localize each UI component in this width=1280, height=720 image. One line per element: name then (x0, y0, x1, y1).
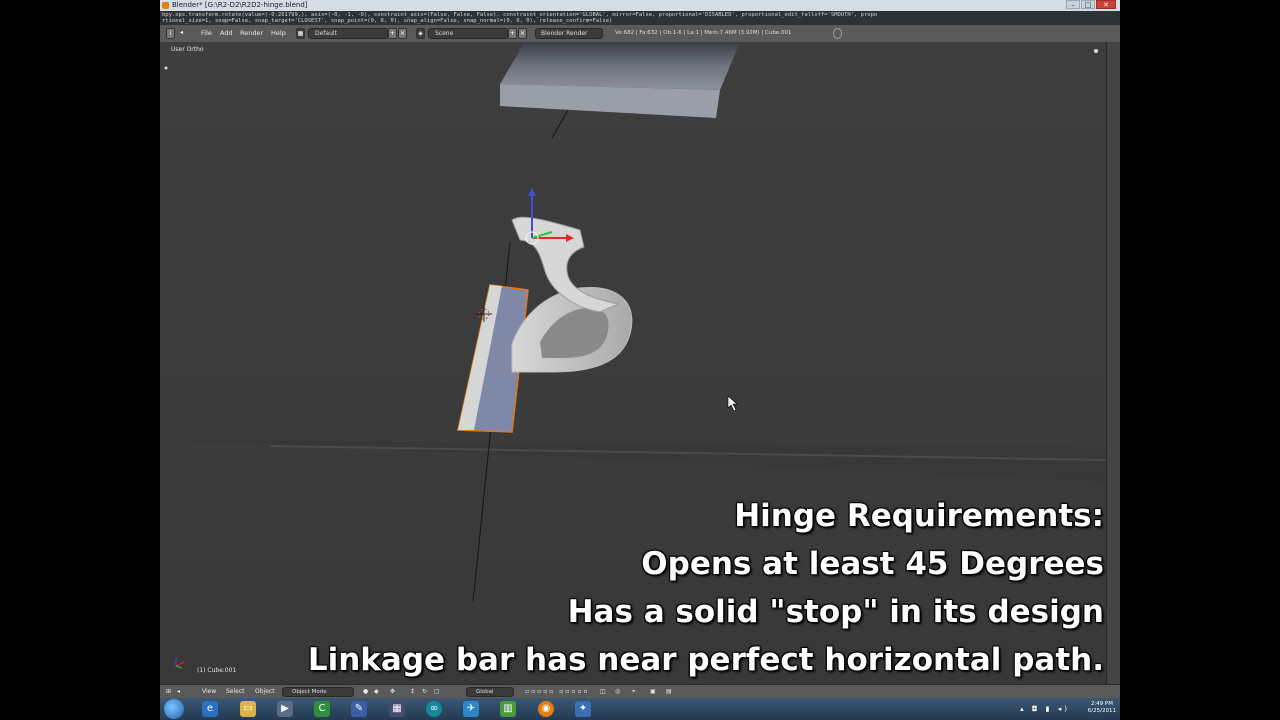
screen-layout-icon[interactable]: ▦ (296, 28, 305, 39)
window-title: Blender* [G:\R2-D2\R2D2-hinge.blend] (172, 1, 308, 9)
menu-select[interactable]: Select (226, 685, 245, 699)
mouse-pointer (727, 395, 738, 412)
mini-axis-y (175, 665, 183, 669)
top-panel-mesh (500, 42, 740, 90)
info-line: rtional_size=1, snap=False, snap_target=… (162, 18, 613, 24)
window-controls: – □ ✕ (1066, 0, 1116, 10)
translate-icon[interactable]: ↕ (410, 685, 415, 699)
info-report-strip: bpy.ops.transform.rotate(value=(-0.26179… (160, 11, 1120, 25)
window-titlebar[interactable]: Blender* [G:\R2-D2\R2D2-hinge.blend] – □… (160, 0, 1120, 11)
minimize-button[interactable]: – (1066, 0, 1080, 9)
properties-panel-edge[interactable] (1106, 42, 1120, 684)
arduino-icon[interactable]: ∞ (426, 701, 442, 717)
windows-taskbar: e ▭ ▶ C ✎ ▦ ∞ ✈ ▥ ◉ ✦ ▴ ◘ ▮ ◂) 2:49 PM 6… (160, 698, 1120, 720)
network-app-icon[interactable]: ▥ (500, 701, 516, 717)
blender-icon (162, 2, 169, 9)
maximize-button[interactable]: □ (1081, 0, 1095, 9)
menu-help[interactable]: Help (271, 25, 286, 42)
caption-line: Linkage bar has near perfect horizontal … (307, 642, 1104, 678)
menu-file[interactable]: File (201, 25, 212, 42)
menu-object[interactable]: Object (255, 685, 275, 699)
editor-icon[interactable]: ✎ (351, 701, 367, 717)
scene-field[interactable]: Scene (428, 28, 508, 39)
3d-viewport[interactable]: User Ortho (1) Cube.001 (160, 42, 1106, 684)
active-object-label: (1) Cube.001 (197, 667, 237, 674)
pivot-line (551, 109, 569, 139)
menu-add[interactable]: Add (220, 25, 233, 42)
add-scene-button[interactable]: + (508, 28, 517, 39)
info-header: i ◂ File Add Render Help ▦ Default + × ◈… (160, 25, 1120, 43)
tool-icon[interactable]: ✦ (575, 701, 591, 717)
shading-icon[interactable]: ● (363, 685, 368, 699)
orientation-select[interactable]: Global (466, 687, 514, 697)
render-anim-icon[interactable]: ▤ (666, 685, 672, 699)
caption-line: Opens at least 45 Degrees (641, 546, 1104, 582)
caption-title: Hinge Requirements: (734, 498, 1104, 534)
clock-time: 2:49 PM (1090, 701, 1113, 707)
delete-screen-button[interactable]: × (398, 28, 407, 39)
scene-icon[interactable]: ◈ (416, 28, 425, 39)
layer-buttons[interactable]: ▫▫▫▫▫ ▫▫▫▫▫ (525, 685, 590, 699)
view-editor-icon[interactable]: ⊞ (166, 685, 171, 699)
manipulator-icon[interactable]: ✥ (390, 685, 395, 699)
mode-select[interactable]: Object Mode (282, 687, 354, 697)
render-preview-icon[interactable]: ▣ (650, 685, 656, 699)
scale-icon[interactable]: ▢ (434, 685, 440, 699)
corner-widget-icon[interactable] (164, 66, 168, 70)
caption-line: Has a solid "stop" in its design (567, 594, 1104, 630)
lock-icon[interactable]: ◫ (600, 685, 606, 699)
add-screen-button[interactable]: + (388, 28, 397, 39)
menu-view[interactable]: View (202, 685, 216, 699)
rotate-icon[interactable]: ↻ (422, 685, 427, 699)
delete-scene-button[interactable]: × (518, 28, 527, 39)
pivot-icon[interactable]: ◆ (374, 685, 379, 699)
collapse-menus-icon[interactable]: ◂ (177, 28, 186, 39)
start-button[interactable] (164, 699, 184, 719)
video-icon[interactable]: ▦ (389, 701, 405, 717)
scene-geometry (160, 42, 1106, 669)
render-engine-select[interactable]: Blender Render (535, 28, 603, 39)
taskbar-clock[interactable]: 2:49 PM 6/25/2011 (1088, 701, 1116, 715)
mini-axis-x (175, 661, 185, 667)
hide-icon[interactable] (833, 28, 842, 39)
messenger-icon[interactable]: ✈ (463, 701, 479, 717)
z-axis-head (528, 188, 536, 196)
ie-icon[interactable]: e (202, 701, 218, 717)
scene-stats: Ve:682 | Fa:632 | Ob:1-6 | La:1 | Mem:7.… (615, 30, 792, 36)
screen-layout-field[interactable]: Default (308, 28, 388, 39)
media-player-icon[interactable]: ▶ (277, 701, 293, 717)
snap-icon[interactable]: ⌖ (632, 685, 635, 699)
split-corner-icon[interactable] (1094, 49, 1098, 53)
blender-taskbar-icon[interactable]: ◉ (538, 701, 554, 717)
app-icon-green[interactable]: C (314, 701, 330, 717)
3d-view-header: ⊞ ◂ View Select Object Object Mode ● ◆ ✥… (160, 684, 1120, 699)
proportional-edit-icon[interactable]: ◎ (615, 685, 620, 699)
system-tray[interactable]: ▴ ◘ ▮ ◂) (1020, 705, 1070, 713)
collapse-icon[interactable]: ◂ (177, 685, 180, 699)
explorer-icon[interactable]: ▭ (240, 701, 256, 717)
menu-render[interactable]: Render (240, 25, 263, 42)
close-button[interactable]: ✕ (1096, 0, 1116, 9)
clock-date: 6/25/2011 (1087, 708, 1116, 714)
editor-type-icon[interactable]: i (166, 28, 175, 39)
screen: Blender* [G:\R2-D2\R2D2-hinge.blend] – □… (160, 0, 1120, 720)
